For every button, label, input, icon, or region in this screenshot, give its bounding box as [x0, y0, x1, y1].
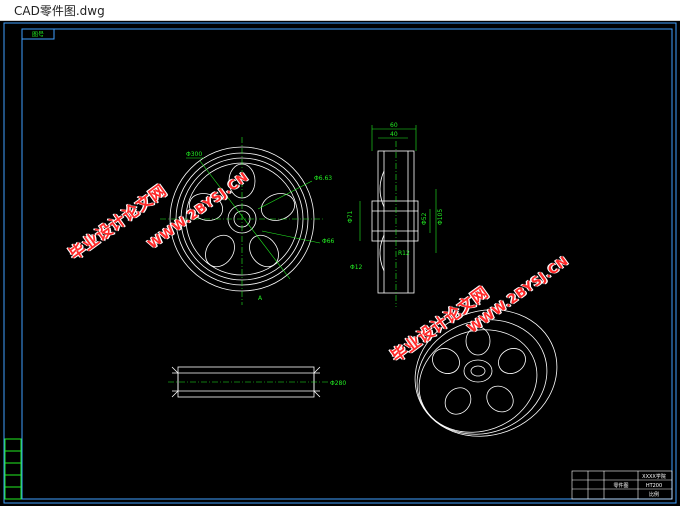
dim-bore-right: Φ52 [421, 212, 428, 225]
dim-bore-big: Φ105 [437, 209, 444, 225]
dim-width-inner: 40 [390, 131, 398, 138]
title-bar: CAD零件图.dwg [0, 0, 680, 21]
title-block-part-name: 零件图 [613, 482, 628, 489]
window-title: CAD零件图.dwg [14, 4, 105, 18]
drawing-canvas[interactable]: 图号 Φ300 Φ6.63 Φ66 A 60 40 Φ71 Φ52 Φ105 Φ… [0, 21, 680, 506]
frame-tag-label: 图号 [32, 32, 44, 39]
dim-chamfer: Φ12 [350, 264, 363, 271]
dim-radius: R12 [398, 250, 410, 257]
cad-drawing[interactable]: 图号 Φ300 Φ6.63 Φ66 A 60 40 Φ71 Φ52 Φ105 Φ… [0, 21, 680, 506]
outer-frame [3, 22, 677, 504]
dim-bottom-view: Φ280 [330, 380, 346, 387]
side-view [371, 150, 419, 294]
side-strip [4, 438, 22, 500]
dim-width-outer: 60 [390, 122, 398, 129]
section-mark: A [258, 295, 263, 302]
dim-hub-diameter: Φ6.63 [314, 175, 332, 182]
dim-outer-diameter: Φ300 [186, 151, 202, 158]
title-block-company: XXXX学院 [642, 473, 666, 480]
title-block-scale: 比例 [649, 491, 659, 498]
inner-frame [21, 28, 673, 500]
dim-inner-diameter: Φ66 [322, 238, 335, 245]
title-block-material: HT200 [646, 483, 662, 489]
dim-bore-left: Φ71 [347, 210, 354, 223]
